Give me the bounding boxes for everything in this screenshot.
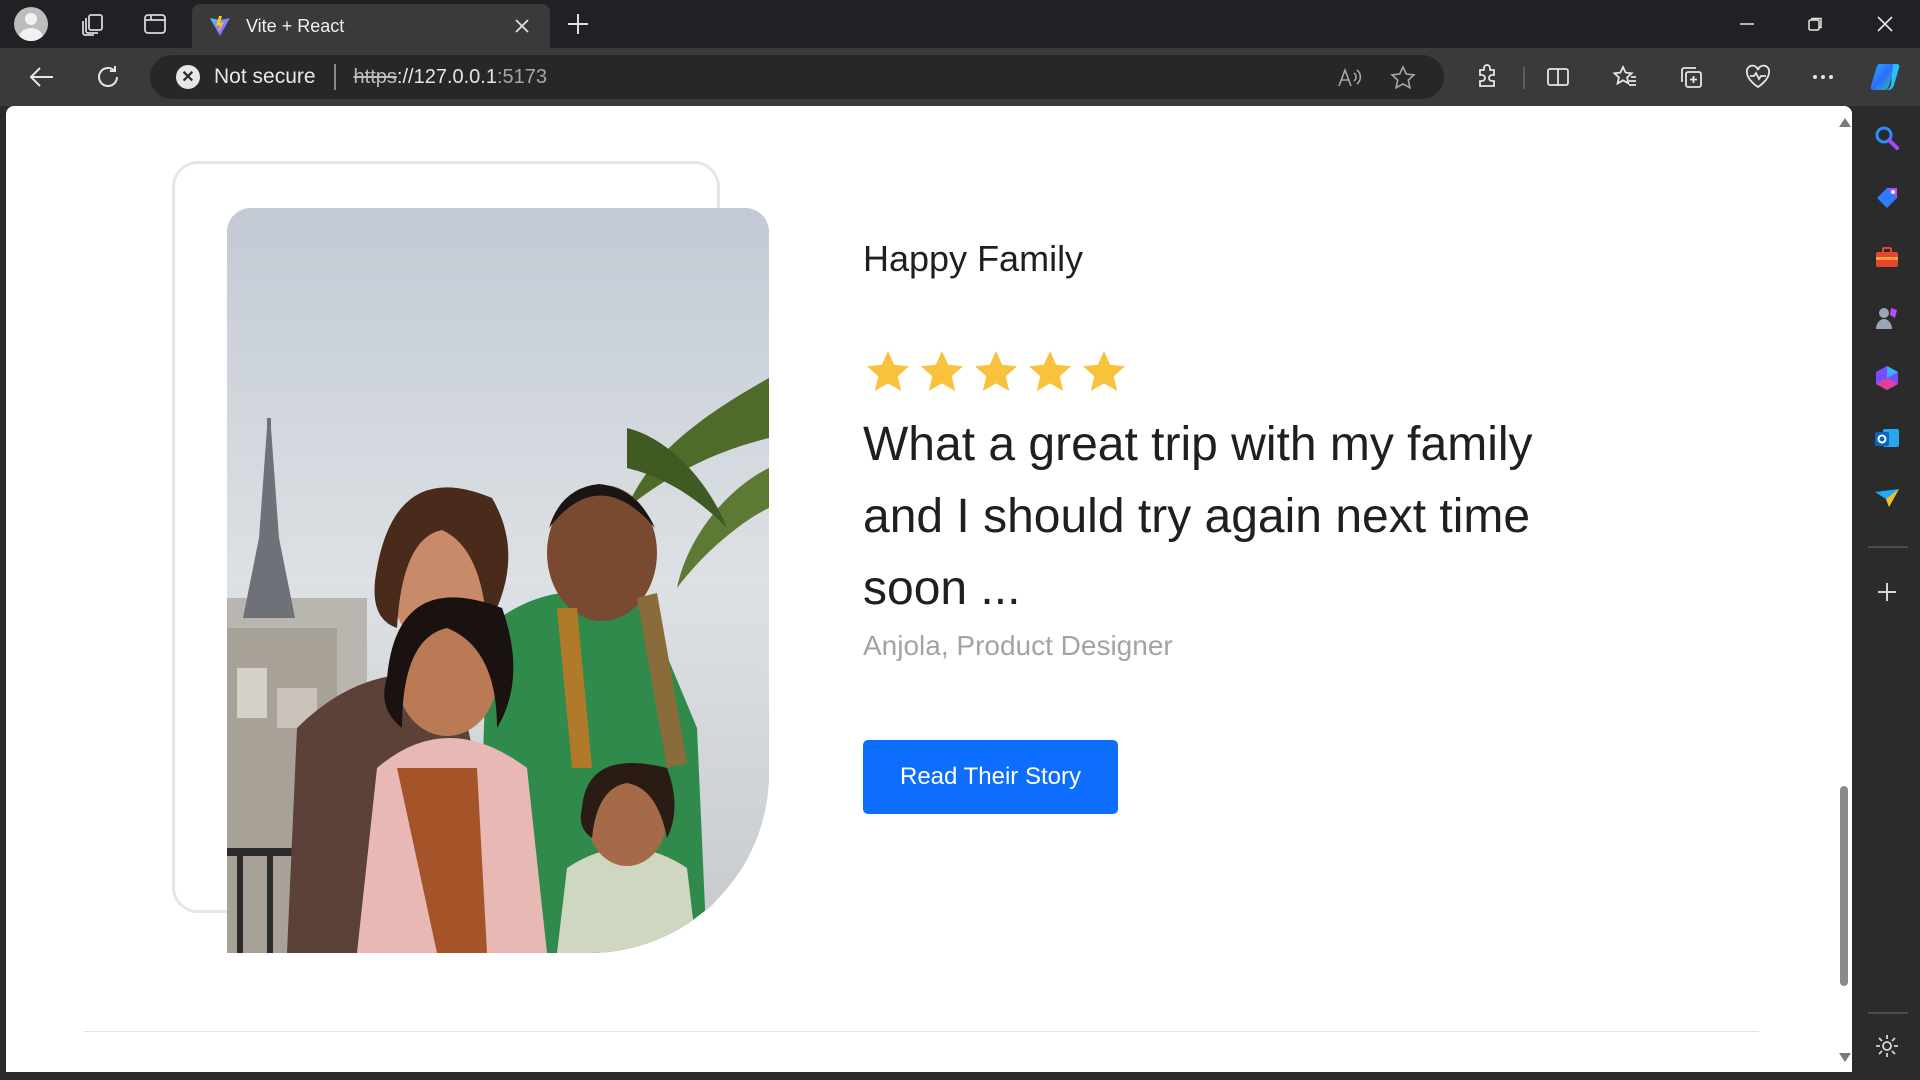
- more-button[interactable]: [1805, 59, 1841, 95]
- testimonial-heading: Happy Family: [863, 238, 1084, 279]
- outlook-icon: [1875, 429, 1899, 447]
- favorites-icon: [1612, 64, 1636, 86]
- address-bar[interactable]: ✕ Not secure https://127.0.0.1:5173: [150, 55, 1444, 99]
- add-favorite-button[interactable]: [1390, 65, 1416, 91]
- refresh-button[interactable]: [88, 57, 128, 97]
- browser-essentials-button[interactable]: [1740, 59, 1776, 95]
- scroll-up-arrow[interactable]: [1839, 118, 1851, 127]
- security-label[interactable]: Not secure: [214, 65, 316, 89]
- games-icon: [1876, 308, 1897, 329]
- collections-icon: [1681, 67, 1702, 88]
- browser-essentials-icon: [1746, 64, 1770, 89]
- extensions-icon: [1479, 64, 1495, 87]
- close-icon: [515, 19, 529, 33]
- drop-icon: [1875, 489, 1899, 507]
- sidebar-shopping-button[interactable]: [1871, 182, 1903, 214]
- vertical-scrollbar[interactable]: [1836, 106, 1852, 1072]
- section-divider: [83, 1031, 1759, 1032]
- close-icon: [1877, 16, 1893, 32]
- tab-actions-button[interactable]: [124, 0, 186, 48]
- tab-title: Vite + React: [246, 15, 345, 36]
- new-tab-button[interactable]: [560, 6, 596, 42]
- microsoft-365-icon: [1876, 366, 1898, 390]
- workspaces-icon: [82, 14, 103, 36]
- profile-icon: [14, 7, 48, 41]
- sidebar-tools-button[interactable]: [1871, 242, 1903, 274]
- close-window-button[interactable]: [1852, 0, 1918, 48]
- split-screen-icon: [1547, 68, 1569, 86]
- minimize-button[interactable]: [1714, 0, 1780, 48]
- tab-actions-icon: [144, 14, 166, 34]
- url-scheme: https: [353, 65, 397, 88]
- plus-icon: [568, 14, 588, 34]
- sidebar-add-button[interactable]: [1871, 576, 1903, 608]
- workspaces-button[interactable]: [62, 0, 124, 48]
- testimonial-quote: What a great trip with my family and I s…: [863, 418, 1533, 615]
- family-photo-illustration: [227, 208, 769, 953]
- rating-stars: [864, 348, 1128, 396]
- vite-logo-icon: [210, 16, 230, 36]
- url-text[interactable]: https://127.0.0.1:5173: [354, 66, 548, 89]
- star-icon: [1029, 351, 1071, 391]
- profile-button[interactable]: [0, 0, 62, 48]
- browser-toolbar: ✕ Not secure https://127.0.0.1:5173: [0, 48, 1920, 106]
- minimize-icon: [1740, 23, 1754, 25]
- copilot-button[interactable]: [1868, 59, 1904, 95]
- sidebar-separator: [1868, 546, 1908, 548]
- sidebar-separator: [1868, 1012, 1908, 1014]
- page-viewport: Happy Family What a great trip with my f…: [6, 106, 1852, 1072]
- extensions-button[interactable]: [1469, 59, 1505, 95]
- split-screen-button[interactable]: [1540, 59, 1576, 95]
- family-photo: [227, 208, 769, 953]
- back-button[interactable]: [22, 57, 62, 97]
- sidebar-m365-button[interactable]: [1871, 362, 1903, 394]
- tab-close-button[interactable]: [510, 14, 534, 38]
- read-aloud-button[interactable]: [1336, 65, 1362, 91]
- sidebar-games-button[interactable]: [1871, 302, 1903, 334]
- add-icon: [1878, 583, 1896, 601]
- url-host: ://127.0.0.1: [396, 65, 497, 88]
- sidebar-settings-button[interactable]: [1871, 1030, 1903, 1062]
- star-icon: [1083, 351, 1125, 391]
- star-icon: [867, 351, 909, 391]
- restore-button[interactable]: [1782, 0, 1848, 48]
- favorites-button[interactable]: [1607, 59, 1643, 95]
- sidebar-search-button[interactable]: [1871, 122, 1903, 154]
- star-icon: [975, 351, 1017, 391]
- tools-icon: [1876, 247, 1898, 267]
- scroll-down-arrow[interactable]: [1839, 1053, 1851, 1062]
- copilot-icon: [1870, 64, 1900, 90]
- star-icon: [921, 351, 963, 391]
- testimonial-author: Anjola, Product Designer: [863, 630, 1173, 661]
- settings-icon: [1876, 1035, 1898, 1057]
- scroll-thumb[interactable]: [1840, 786, 1848, 986]
- sidebar-drop-button[interactable]: [1871, 482, 1903, 514]
- url-port: :5173: [496, 65, 548, 88]
- toolbar-separator: [1523, 67, 1525, 89]
- more-icon: [1813, 75, 1833, 79]
- search-icon: [1875, 126, 1899, 150]
- restore-icon: [1808, 17, 1822, 31]
- omnibox-separator: [333, 64, 336, 90]
- browser-tab[interactable]: Vite + React: [192, 4, 550, 48]
- favorite-star-icon: [1390, 65, 1416, 90]
- collections-button[interactable]: [1673, 59, 1709, 95]
- read-aloud-icon: [1338, 67, 1362, 87]
- not-secure-icon[interactable]: ✕: [176, 65, 200, 89]
- read-their-story-button[interactable]: Read Their Story: [863, 740, 1118, 814]
- back-icon: [29, 67, 53, 87]
- sidebar-outlook-button[interactable]: [1871, 422, 1903, 454]
- shopping-icon: [1877, 188, 1897, 208]
- refresh-icon: [98, 66, 118, 87]
- edge-sidebar: [1854, 106, 1920, 1080]
